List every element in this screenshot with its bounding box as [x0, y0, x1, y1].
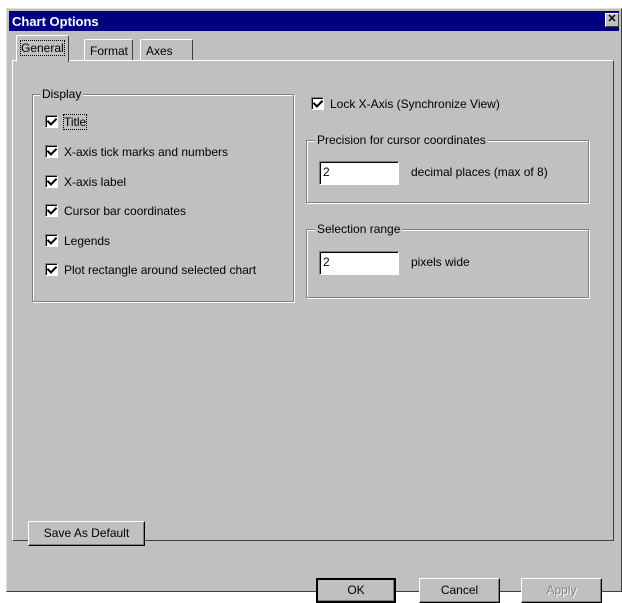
xaxis-label-checkbox[interactable]: X-axis label: [45, 175, 126, 191]
title-checkbox-label: Title: [62, 114, 88, 130]
cursor-bar-checkbox[interactable]: Cursor bar coordinates: [45, 204, 186, 220]
title-checkbox[interactable]: Title: [45, 114, 88, 131]
display-group-legend: Display: [40, 87, 84, 101]
lock-x-axis-label: Lock X-Axis (Synchronize View): [330, 97, 500, 111]
tab-axes[interactable]: Axes: [140, 39, 193, 61]
window-title: Chart Options: [12, 14, 99, 29]
xaxis-label-checkbox-label: X-axis label: [64, 175, 127, 189]
checkbox-checked-icon: [45, 234, 58, 247]
xaxis-ticks-checkbox-label: X-axis tick marks and numbers: [64, 145, 229, 159]
checkbox-checked-icon: [45, 115, 58, 128]
selection-range-legend: Selection range: [315, 222, 403, 236]
checkbox-checked-icon: [45, 175, 58, 188]
ok-button[interactable]: OK: [316, 578, 396, 603]
apply-button[interactable]: Apply: [521, 578, 602, 603]
save-as-default-button[interactable]: Save As Default: [28, 521, 145, 546]
cursor-bar-checkbox-label: Cursor bar coordinates: [64, 204, 187, 218]
selection-range-suffix: pixels wide: [411, 255, 470, 269]
checkbox-checked-icon: [311, 97, 324, 110]
legends-checkbox[interactable]: Legends: [45, 234, 110, 250]
plot-rectangle-checkbox-label: Plot rectangle around selected chart: [64, 263, 257, 277]
precision-input[interactable]: 2: [319, 161, 399, 185]
xaxis-ticks-checkbox[interactable]: X-axis tick marks and numbers: [45, 145, 228, 161]
legends-checkbox-label: Legends: [64, 234, 111, 248]
display-group: Display Title X-axis tick marks and numb…: [32, 87, 294, 302]
precision-group: Precision for cursor coordinates 2 decim…: [306, 133, 589, 203]
selection-range-input[interactable]: 2: [319, 251, 399, 275]
cancel-button[interactable]: Cancel: [419, 578, 500, 603]
checkbox-checked-icon: [45, 145, 58, 158]
tab-general-label: General: [20, 40, 65, 56]
checkbox-checked-icon: [45, 263, 58, 276]
plot-rectangle-checkbox[interactable]: Plot rectangle around selected chart: [45, 263, 256, 279]
selection-range-group: Selection range 2 pixels wide: [306, 222, 589, 298]
tab-format[interactable]: Format: [84, 39, 134, 61]
lock-x-axis-checkbox[interactable]: Lock X-Axis (Synchronize View): [311, 97, 500, 113]
precision-group-legend: Precision for cursor coordinates: [315, 133, 488, 147]
general-tab-panel: Display Title X-axis tick marks and numb…: [12, 60, 614, 546]
precision-suffix: decimal places (max of 8): [411, 165, 548, 179]
close-icon[interactable]: ✕: [605, 13, 619, 27]
tab-axes-label: Axes: [146, 44, 173, 58]
tab-general[interactable]: General: [16, 35, 69, 62]
tab-format-label: Format: [90, 44, 129, 58]
checkbox-checked-icon: [45, 204, 58, 217]
title-bar[interactable]: Chart Options ✕: [9, 11, 619, 31]
